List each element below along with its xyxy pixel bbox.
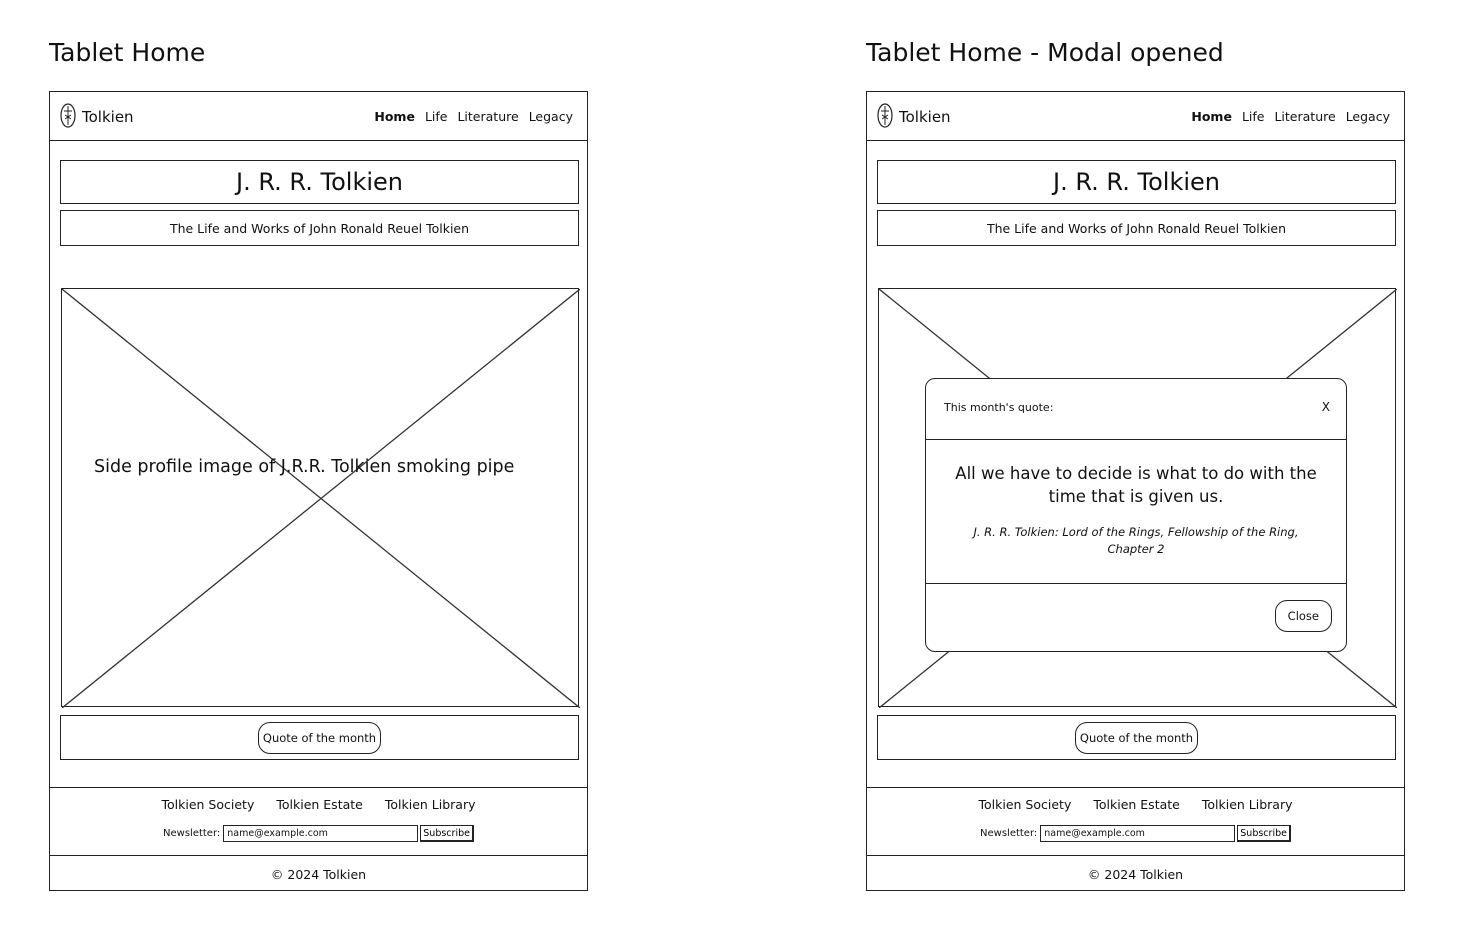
modal-close-button[interactable]: Close [1274,600,1332,632]
nav-links: Home Life Literature Legacy [374,109,573,124]
footer-link-tolkien-estate[interactable]: Tolkien Estate [276,797,363,812]
footer-links: Tolkien Society Tolkien Estate Tolkien L… [867,797,1404,812]
tablet-home-modal-frame: Tolkien Home Life Literature Legacy J. R… [866,91,1405,891]
tolkien-logo-icon[interactable] [60,103,76,128]
nav-link-legacy[interactable]: Legacy [1346,109,1390,124]
quote-section: Quote of the month [60,715,579,760]
newsletter-email-input[interactable] [1040,825,1236,842]
navbar: Tolkien Home Life Literature Legacy [50,92,587,141]
brand-name[interactable]: Tolkien [899,108,951,126]
quote-of-the-month-button[interactable]: Quote of the month [257,721,382,754]
quote-text: All we have to decide is what to do with… [955,464,1317,506]
modal-title: This month's quote: [944,401,1054,414]
nav-link-literature[interactable]: Literature [457,109,518,124]
page-subtitle: The Life and Works of John Ronald Reuel … [60,210,579,246]
image-placeholder-cross [62,289,580,708]
newsletter-form: Newsletter: Subscribe [867,825,1404,842]
footer-link-tolkien-library[interactable]: Tolkien Library [385,797,476,812]
footer-link-tolkien-society[interactable]: Tolkien Society [979,797,1072,812]
footer: Tolkien Society Tolkien Estate Tolkien L… [50,787,587,856]
nav-link-literature[interactable]: Literature [1274,109,1335,124]
newsletter-form: Newsletter: Subscribe [50,825,587,842]
modal-close-icon[interactable]: X [1322,400,1330,414]
image-caption: Side profile image of J.R.R. Tolkien smo… [94,457,515,477]
page-subtitle: The Life and Works of John Ronald Reuel … [877,210,1396,246]
brand-name[interactable]: Tolkien [82,108,134,126]
quote-modal: This month's quote: X All we have to dec… [925,378,1347,652]
newsletter-label: Newsletter: [980,828,1038,839]
nav-link-legacy[interactable]: Legacy [529,109,573,124]
page-title: J. R. R. Tolkien [877,160,1396,204]
newsletter-email-input[interactable] [223,825,419,842]
footer-link-tolkien-estate[interactable]: Tolkien Estate [1093,797,1180,812]
navbar: Tolkien Home Life Literature Legacy [867,92,1404,141]
copyright: © 2024 Tolkien [270,867,367,882]
quote-section: Quote of the month [877,715,1396,760]
modal-header: This month's quote: X [926,379,1346,440]
footer-links: Tolkien Society Tolkien Estate Tolkien L… [50,797,587,812]
subscribe-button[interactable]: Subscribe [420,825,474,842]
tablet-home-frame: Tolkien Home Life Literature Legacy J. R… [49,91,588,891]
nav-links: Home Life Literature Legacy [1191,109,1390,124]
tolkien-logo-icon[interactable] [877,103,893,128]
footer: Tolkien Society Tolkien Estate Tolkien L… [867,787,1404,856]
nav-link-life[interactable]: Life [1242,109,1265,124]
modal-body: All we have to decide is what to do with… [926,440,1346,584]
copyright: © 2024 Tolkien [1087,867,1184,882]
newsletter-label: Newsletter: [163,828,221,839]
quote-of-the-month-button[interactable]: Quote of the month [1074,721,1199,754]
page-title: J. R. R. Tolkien [60,160,579,204]
footer-link-tolkien-society[interactable]: Tolkien Society [162,797,255,812]
nav-link-life[interactable]: Life [425,109,448,124]
nav-link-home[interactable]: Home [1191,109,1232,124]
frame-title-tablet-home-modal: Tablet Home - Modal opened [866,38,1224,67]
quote-source: J. R. R. Tolkien: Lord of the Rings, Fel… [973,525,1299,556]
subscribe-button[interactable]: Subscribe [1237,825,1291,842]
nav-link-home[interactable]: Home [374,109,415,124]
footer-link-tolkien-library[interactable]: Tolkien Library [1202,797,1293,812]
hero-image-placeholder: Side profile image of J.R.R. Tolkien smo… [61,288,580,708]
frame-title-tablet-home: Tablet Home [49,38,206,67]
